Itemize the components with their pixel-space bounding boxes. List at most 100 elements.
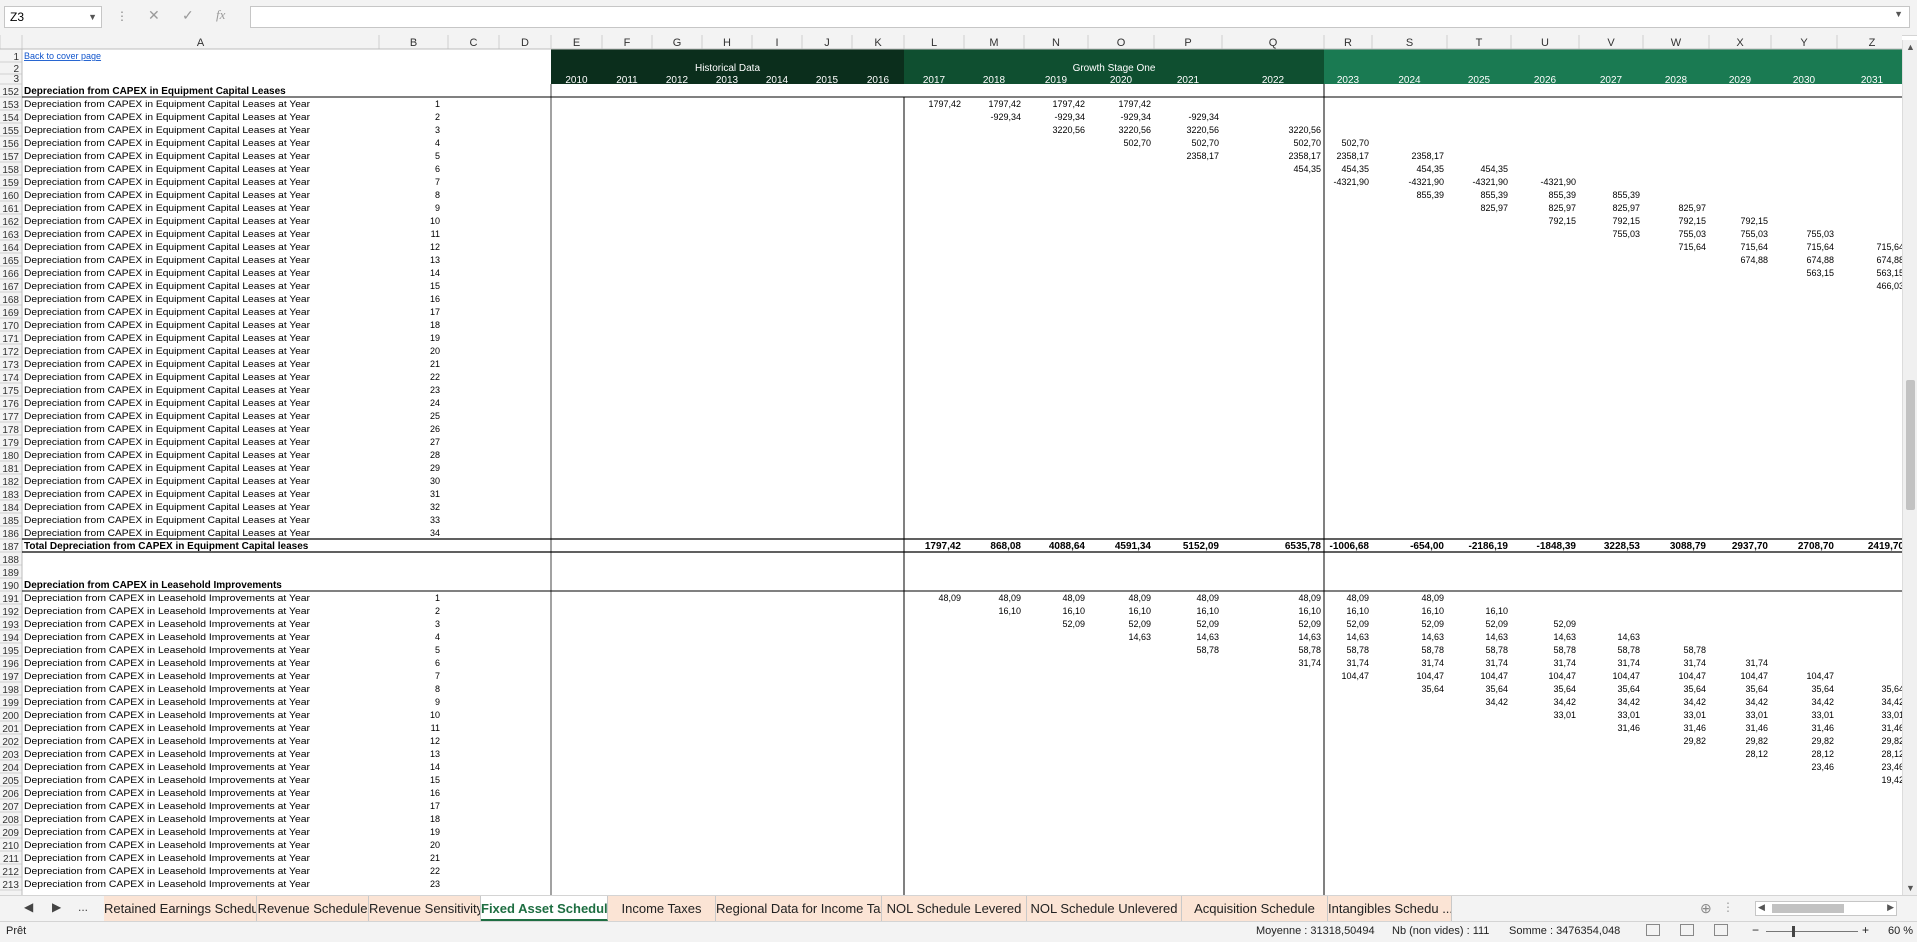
row-number[interactable]: 163 [2,230,19,241]
row-number[interactable]: 162 [2,217,19,228]
row-number[interactable]: 191 [2,594,19,605]
cell-value[interactable]: 33,01 [1881,710,1902,720]
cell-value[interactable]: 35,64 [1421,684,1444,694]
row-number[interactable]: 187 [2,542,19,553]
cell-value[interactable]: 674,88 [1806,255,1834,265]
row-number[interactable]: 174 [2,373,19,384]
cell-value[interactable]: 2358,17 [1336,151,1369,161]
vertical-scroll-thumb[interactable] [1906,380,1915,510]
row-number[interactable]: 169 [2,308,19,319]
cell-value[interactable]: 1797,42 [1052,99,1085,109]
cell-value[interactable]: 14,63 [1346,632,1369,642]
cell-value[interactable]: 104,47 [1612,671,1640,681]
cell-value[interactable]: 29,82 [1811,736,1834,746]
row-number[interactable]: 184 [2,503,19,514]
scroll-up-icon[interactable]: ▲ [1906,42,1915,52]
cell-value[interactable]: 31,46 [1683,723,1706,733]
row-number[interactable]: 178 [2,425,19,436]
cell-value[interactable]: 33,01 [1811,710,1834,720]
zoom-slider[interactable]: − + [1752,923,1872,939]
vertical-scrollbar[interactable]: ▲ ▼ [1902,40,1917,895]
cell-value[interactable]: 715,64 [1740,242,1768,252]
column-header[interactable]: Q [1269,37,1278,49]
cell-value[interactable]: 34,42 [1811,697,1834,707]
cell-value[interactable]: 2358,17 [1411,151,1444,161]
row-number[interactable]: 161 [2,204,19,215]
cell-value[interactable]: 3220,56 [1288,125,1321,135]
cell-value[interactable]: 29,82 [1683,736,1706,746]
total-value[interactable]: 2708,70 [1798,541,1835,552]
column-header[interactable]: X [1736,37,1744,49]
cell-value[interactable]: 502,70 [1341,138,1369,148]
name-box[interactable]: Z3 ▼ [4,6,102,28]
cell-value[interactable]: 792,15 [1612,216,1640,226]
cell-value[interactable]: 16,10 [1421,606,1444,616]
cell-value[interactable]: 31,74 [1683,658,1706,668]
sheet-canvas[interactable]: Historical Data Growth Stage One2010 2011 2… [0,35,1902,895]
cell-value[interactable]: 715,64 [1806,242,1834,252]
row-number[interactable]: 157 [2,152,19,163]
row-number[interactable]: 156 [2,139,19,150]
column-header[interactable]: A [197,37,205,49]
cell-value[interactable]: 104,47 [1806,671,1834,681]
cell-value[interactable]: 48,09 [1346,593,1369,603]
row-number[interactable]: 190 [2,581,19,592]
column-header[interactable]: D [521,37,529,49]
column-header[interactable]: K [874,37,882,49]
column-header[interactable]: Z [1869,37,1876,49]
sheet-tab[interactable]: Retained Earnings Schedule [104,896,257,921]
cell-value[interactable]: -929,34 [1188,112,1219,122]
cell-value[interactable]: 825,97 [1612,203,1640,213]
column-header[interactable]: L [931,37,937,49]
cell-value[interactable]: 104,47 [1341,671,1369,681]
column-header[interactable]: J [824,37,830,49]
cell-value[interactable]: 14,63 [1485,632,1508,642]
cell-value[interactable]: 1797,42 [1118,99,1151,109]
cell-value[interactable]: 104,47 [1740,671,1768,681]
cell-value[interactable]: 31,74 [1298,658,1321,668]
row-number[interactable]: 185 [2,516,19,527]
row-number[interactable]: 183 [2,490,19,501]
cell-value[interactable]: -929,34 [1120,112,1151,122]
cell-value[interactable]: 48,09 [938,593,961,603]
scroll-right-icon[interactable]: ▶ [1887,902,1894,913]
cell-value[interactable]: 23,46 [1881,762,1902,772]
cell-value[interactable]: 52,09 [1421,619,1444,629]
sheet-tab[interactable]: NOL Schedule Unlevered [1027,896,1182,921]
next-sheet-icon[interactable]: ▶ [52,900,61,914]
back-to-cover-link[interactable]: Back to cover page [24,51,101,61]
total-value[interactable]: 2937,70 [1732,541,1769,552]
total-value[interactable]: 6535,78 [1285,541,1322,552]
column-header[interactable]: I [775,37,778,49]
cell-value[interactable]: 35,64 [1811,684,1834,694]
column-header[interactable]: U [1541,37,1549,49]
cell-value[interactable]: 454,35 [1341,164,1369,174]
chevron-down-icon[interactable]: ▼ [88,7,97,27]
cell-value[interactable]: 16,10 [1298,606,1321,616]
column-header[interactable]: R [1344,37,1352,49]
row-number[interactable]: 199 [2,698,19,709]
row-number[interactable]: 207 [2,802,19,813]
cell-value[interactable]: 33,01 [1683,710,1706,720]
row-number[interactable]: 158 [2,165,19,176]
cell-value[interactable]: 33,01 [1553,710,1576,720]
column-header[interactable]: P [1184,37,1191,49]
cell-value[interactable]: 29,82 [1745,736,1768,746]
cell-value[interactable]: 31,74 [1485,658,1508,668]
cell-value[interactable]: 34,42 [1881,697,1902,707]
page-layout-icon[interactable] [1680,924,1694,936]
total-value[interactable]: 3228,53 [1604,541,1641,552]
scroll-left-icon[interactable]: ◀ [1758,902,1765,913]
cell-value[interactable]: 35,64 [1683,684,1706,694]
cell-value[interactable]: 502,70 [1293,138,1321,148]
cell-value[interactable]: 1797,42 [928,99,961,109]
cell-value[interactable]: 16,10 [1346,606,1369,616]
cell-value[interactable]: 58,78 [1553,645,1576,655]
column-header[interactable]: N [1052,37,1060,49]
spreadsheet-grid[interactable]: Historical Data Growth Stage One 2010 2011 2… [0,35,1917,895]
total-value[interactable]: -1006,68 [1330,541,1370,552]
cell-value[interactable]: 855,39 [1548,190,1576,200]
cell-value[interactable]: 58,78 [1346,645,1369,655]
cell-value[interactable]: 14,63 [1196,632,1219,642]
cell-value[interactable]: 35,64 [1485,684,1508,694]
